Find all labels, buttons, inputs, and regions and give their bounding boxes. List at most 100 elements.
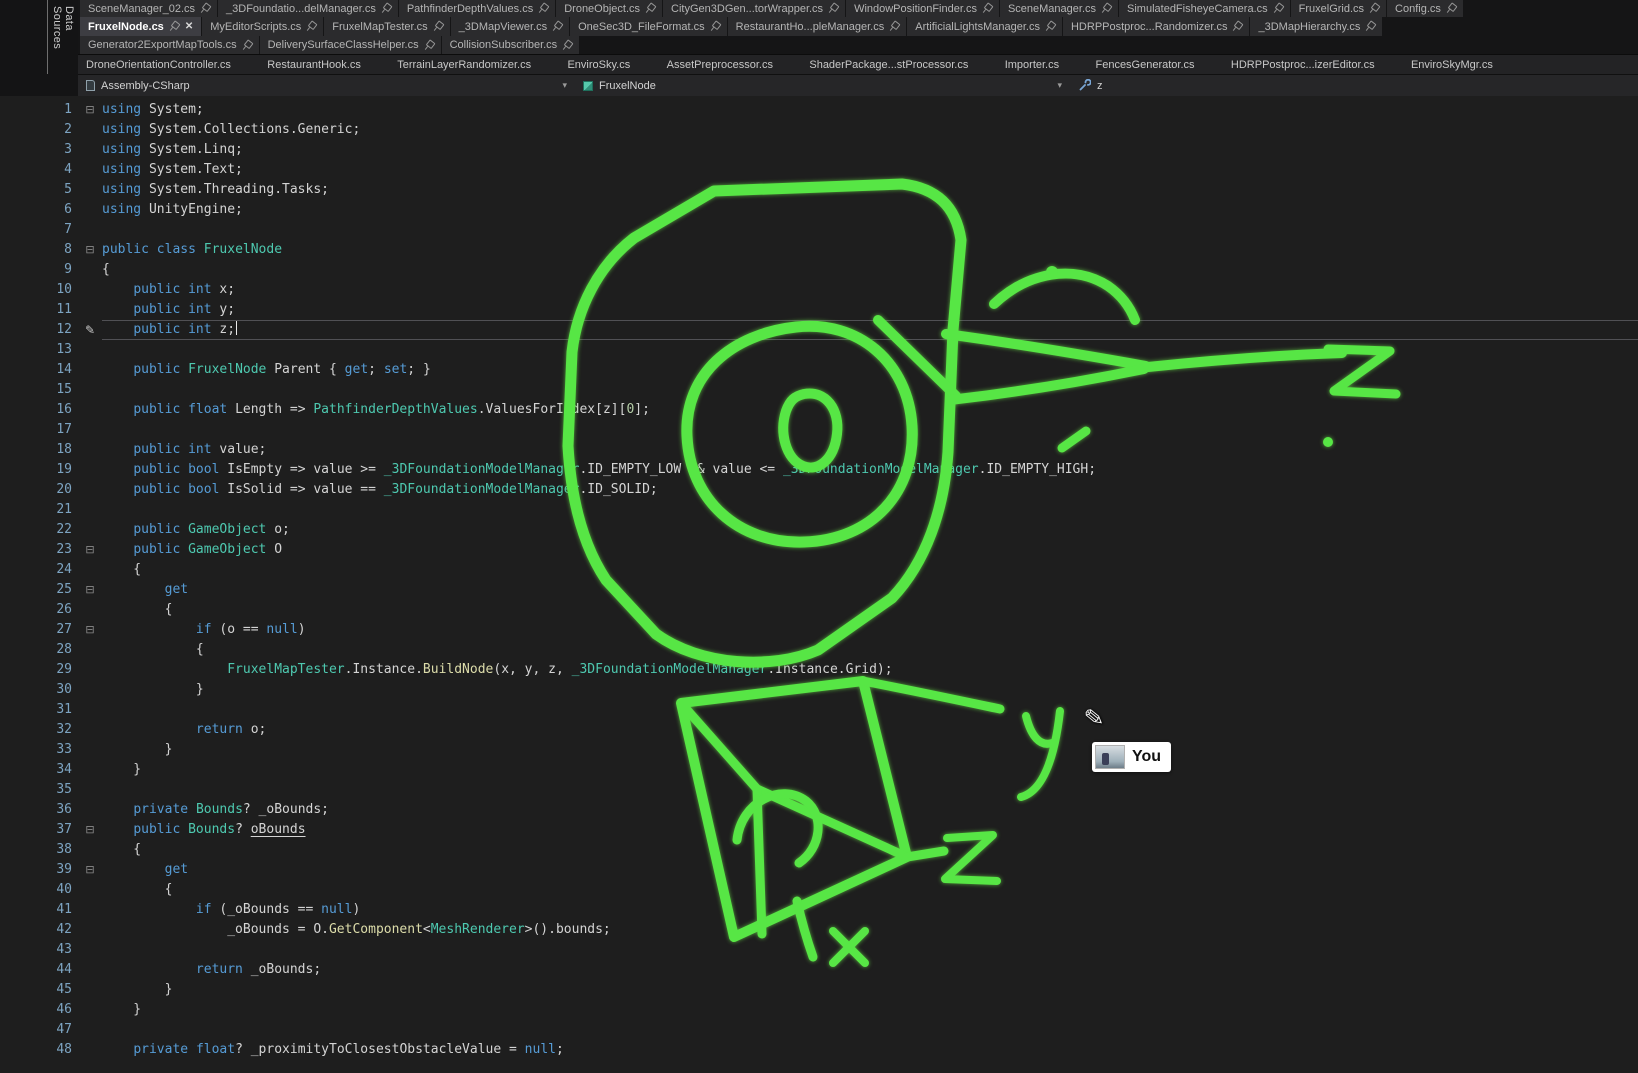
code-line-6[interactable]: 6using UnityEngine; <box>0 200 1638 220</box>
code-editor[interactable]: 1⊟using System;2using System.Collections… <box>0 96 1638 1073</box>
code-line-28[interactable]: 28 { <box>0 640 1638 660</box>
pin-icon[interactable] <box>431 20 444 34</box>
code-line-38[interactable]: 38 { <box>0 840 1638 860</box>
tab-FruxelMapTester.cs[interactable]: FruxelMapTester.cs <box>324 17 449 36</box>
code-line-8[interactable]: 8⊟public class FruxelNode <box>0 240 1638 260</box>
tool-tab-Importer.cs[interactable]: Importer.cs <box>1005 59 1059 71</box>
code-line-16[interactable]: 16 public float Length => PathfinderDept… <box>0 400 1638 420</box>
tab-FruxelNode.cs[interactable]: FruxelNode.cs✕ <box>80 17 201 36</box>
tab-FruxelGrid.cs[interactable]: FruxelGrid.cs <box>1291 0 1386 17</box>
pin-icon[interactable] <box>167 20 180 34</box>
code-line-41[interactable]: 41 if (_oBounds == null) <box>0 900 1638 920</box>
fold-toggle-icon[interactable]: ⊟ <box>78 100 102 120</box>
pin-icon[interactable] <box>240 38 253 52</box>
pin-icon[interactable] <box>980 2 993 16</box>
pin-icon[interactable] <box>1444 2 1457 16</box>
code-line-15[interactable]: 15 <box>0 380 1638 400</box>
code-line-26[interactable]: 26 { <box>0 600 1638 620</box>
code-line-37[interactable]: 37⊟ public Bounds? oBounds <box>0 820 1638 840</box>
tab-ArtificialLightsManager.cs[interactable]: ArtificialLightsManager.cs <box>907 17 1062 36</box>
pin-icon[interactable] <box>422 38 435 52</box>
tab-WindowPositionFinder.cs[interactable]: WindowPositionFinder.cs <box>846 0 999 17</box>
tab-_3DFoundatio...delManager.cs[interactable]: _3DFoundatio...delManager.cs <box>218 0 398 17</box>
tool-tab-DroneOrientationController.cs[interactable]: DroneOrientationController.cs <box>86 59 231 71</box>
pin-icon[interactable] <box>643 2 656 16</box>
tab-Config.cs[interactable]: Config.cs <box>1387 0 1463 17</box>
code-line-31[interactable]: 31 <box>0 700 1638 720</box>
code-line-24[interactable]: 24 { <box>0 560 1638 580</box>
data-sources-tab[interactable]: Data Sources <box>47 0 78 74</box>
pin-icon[interactable] <box>888 20 901 34</box>
code-line-46[interactable]: 46 } <box>0 1000 1638 1020</box>
tab-DeliverySurfaceClassHelper.cs[interactable]: DeliverySurfaceClassHelper.cs <box>260 36 441 54</box>
type-dropdown[interactable]: FruxelNode ▾ <box>575 75 1070 96</box>
tab-CityGen3DGen...torWrapper.cs[interactable]: CityGen3DGen...torWrapper.cs <box>663 0 845 17</box>
code-line-19[interactable]: 19 public bool IsEmpty => value >= _3DFo… <box>0 460 1638 480</box>
tool-tab-ShaderPackage...stProcessor.cs[interactable]: ShaderPackage...stProcessor.cs <box>809 59 968 71</box>
pin-icon[interactable] <box>827 2 840 16</box>
tab-OneSec3D_FileFormat.cs[interactable]: OneSec3D_FileFormat.cs <box>570 17 727 36</box>
pin-icon[interactable] <box>561 38 574 52</box>
code-line-4[interactable]: 4using System.Text; <box>0 160 1638 180</box>
code-line-44[interactable]: 44 return _oBounds; <box>0 960 1638 980</box>
tool-tab-EnviroSkyMgr.cs[interactable]: EnviroSkyMgr.cs <box>1411 59 1493 71</box>
code-line-43[interactable]: 43 <box>0 940 1638 960</box>
tool-tab-AssetPreprocessor.cs[interactable]: AssetPreprocessor.cs <box>667 59 773 71</box>
pin-icon[interactable] <box>1099 2 1112 16</box>
tab-MyEditorScripts.cs[interactable]: MyEditorScripts.cs <box>202 17 323 36</box>
code-line-36[interactable]: 36 private Bounds? _oBounds; <box>0 800 1638 820</box>
code-line-39[interactable]: 39⊟ get <box>0 860 1638 880</box>
code-line-3[interactable]: 3using System.Linq; <box>0 140 1638 160</box>
pin-icon[interactable] <box>1364 20 1377 34</box>
code-line-13[interactable]: 13 <box>0 340 1638 360</box>
fold-toggle-icon[interactable]: ⊟ <box>78 240 102 260</box>
code-line-35[interactable]: 35 <box>0 780 1638 800</box>
code-line-27[interactable]: 27⊟ if (o == null) <box>0 620 1638 640</box>
code-line-7[interactable]: 7 <box>0 220 1638 240</box>
pin-icon[interactable] <box>1043 20 1056 34</box>
tab-CollisionSubscriber.cs[interactable]: CollisionSubscriber.cs <box>442 36 580 54</box>
code-line-21[interactable]: 21 <box>0 500 1638 520</box>
tab-RestaurantHo...pleManager.cs[interactable]: RestaurantHo...pleManager.cs <box>728 17 907 36</box>
tab-DroneObject.cs[interactable]: DroneObject.cs <box>556 0 662 17</box>
pin-icon[interactable] <box>708 20 721 34</box>
code-line-30[interactable]: 30 } <box>0 680 1638 700</box>
pin-icon[interactable] <box>537 2 550 16</box>
code-line-48[interactable]: 48 private float? _proximityToClosestObs… <box>0 1040 1638 1060</box>
tab-SimulatedFisheyeCamera.cs[interactable]: SimulatedFisheyeCamera.cs <box>1119 0 1290 17</box>
tab-HDRPPostproc...Randomizer.cs[interactable]: HDRPPostproc...Randomizer.cs <box>1063 17 1250 36</box>
code-line-47[interactable]: 47 <box>0 1020 1638 1040</box>
tab-SceneManager.cs[interactable]: SceneManager.cs <box>1000 0 1118 17</box>
code-line-20[interactable]: 20 public bool IsSolid => value == _3DFo… <box>0 480 1638 500</box>
code-line-10[interactable]: 10 public int x; <box>0 280 1638 300</box>
code-line-33[interactable]: 33 } <box>0 740 1638 760</box>
pin-icon[interactable] <box>379 2 392 16</box>
pin-icon[interactable] <box>1231 20 1244 34</box>
code-line-5[interactable]: 5using System.Threading.Tasks; <box>0 180 1638 200</box>
code-line-14[interactable]: 14 public FruxelNode Parent { get; set; … <box>0 360 1638 380</box>
tool-tab-HDRPPostproc...izerEditor.cs[interactable]: HDRPPostproc...izerEditor.cs <box>1231 59 1375 71</box>
tab-_3DMapHierarchy.cs[interactable]: _3DMapHierarchy.cs <box>1250 17 1382 36</box>
tool-tab-FencesGenerator.cs[interactable]: FencesGenerator.cs <box>1095 59 1194 71</box>
tab-Generator2ExportMapTools.cs[interactable]: Generator2ExportMapTools.cs <box>80 36 259 54</box>
code-line-12[interactable]: 12✎ public int z; <box>0 320 1638 340</box>
member-dropdown[interactable]: z <box>1070 75 1111 96</box>
tool-tab-RestaurantHook.cs[interactable]: RestaurantHook.cs <box>267 59 361 71</box>
code-line-40[interactable]: 40 { <box>0 880 1638 900</box>
code-line-22[interactable]: 22 public GameObject o; <box>0 520 1638 540</box>
code-line-23[interactable]: 23⊟ public GameObject O <box>0 540 1638 560</box>
fold-toggle-icon[interactable]: ⊟ <box>78 620 102 640</box>
fold-toggle-icon[interactable]: ⊟ <box>78 540 102 560</box>
fold-toggle-icon[interactable]: ⊟ <box>78 580 102 600</box>
code-line-29[interactable]: 29 FruxelMapTester.Instance.BuildNode(x,… <box>0 660 1638 680</box>
tab-PathfinderDepthValues.cs[interactable]: PathfinderDepthValues.cs <box>399 0 555 17</box>
code-line-18[interactable]: 18 public int value; <box>0 440 1638 460</box>
code-line-25[interactable]: 25⊟ get <box>0 580 1638 600</box>
pin-icon[interactable] <box>1368 2 1381 16</box>
tool-tab-TerrainLayerRandomizer.cs[interactable]: TerrainLayerRandomizer.cs <box>397 59 531 71</box>
tab-SceneManager_02.cs[interactable]: SceneManager_02.cs <box>80 0 217 17</box>
code-line-45[interactable]: 45 } <box>0 980 1638 1000</box>
code-line-11[interactable]: 11 public int y; <box>0 300 1638 320</box>
project-dropdown[interactable]: Assembly-CSharp ▾ <box>78 75 575 96</box>
tool-tab-EnviroSky.cs[interactable]: EnviroSky.cs <box>567 59 630 71</box>
